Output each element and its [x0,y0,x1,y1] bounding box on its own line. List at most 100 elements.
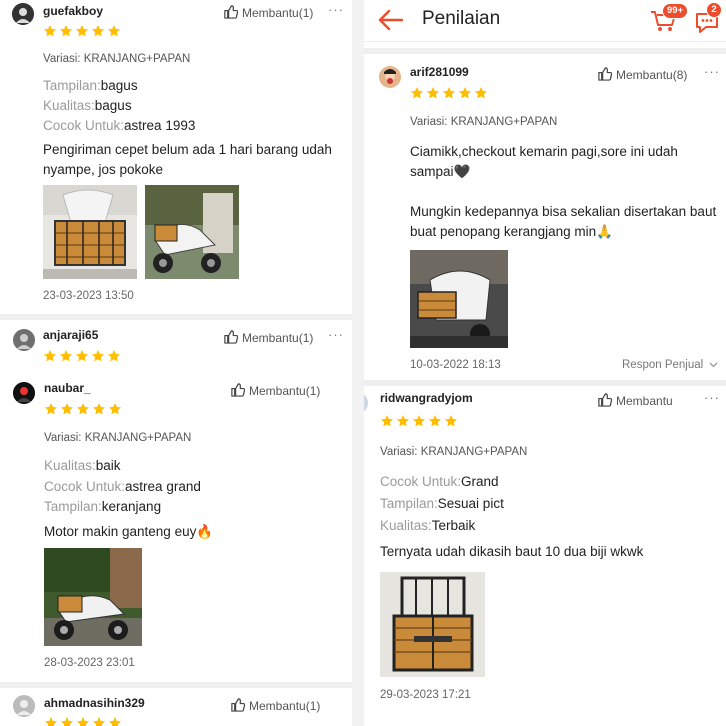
more-options-icon[interactable]: ··· [704,64,720,79]
back-arrow-icon[interactable] [378,9,404,31]
review-card: ridwangradyjom Membantu ··· Variasi: KRA… [364,386,726,726]
star-icon [77,717,89,726]
helpful-label: Membantu [616,394,673,408]
star-icon [61,717,73,726]
right-review-column: arif281099 Membantu(8) ··· Variasi: KRAN… [364,0,726,726]
review-attribute: Cocok Untuk:astrea 1993 [43,118,196,133]
review-text: Motor makin ganteng euy🔥 [44,524,214,539]
variant-label: Variasi: KRANJANG+PAPAN [44,432,192,444]
thumbs-up-icon [597,66,613,84]
review-date: 28-03-2023 23:01 [44,657,135,669]
app-header: Penilaian 99+ 2 [364,0,726,42]
avatar[interactable] [13,382,35,404]
page-title: Penilaian [422,8,501,29]
reviewer-username[interactable]: ridwangradyjom [380,391,473,405]
review-card: naubar_ Membantu(1) Variasi: KRANJANG+PA… [0,372,352,680]
seller-reply-label: Respon Penjual [622,359,704,372]
review-card: anjaraji65 Membantu(1) ··· [0,320,352,370]
reviewer-username[interactable]: ahmadnasihin329 [44,696,145,710]
rating-stars [43,24,121,38]
helpful-label: Membantu(1) [242,6,314,20]
helpful-button[interactable]: Membantu(1) [223,329,313,347]
rating-stars [44,716,122,726]
review-photo[interactable] [410,250,508,348]
star-icon [475,87,487,99]
more-options-icon[interactable]: ··· [704,390,720,405]
star-icon [92,350,104,362]
star-icon [397,415,409,427]
rating-stars [380,414,458,428]
review-attribute: Tampilan:Sesuai pict [380,496,504,511]
review-text: Mungkin kedepannya bisa sekalian diserta… [410,204,717,239]
left-review-column: guefakboy Membantu(1) ··· Variasi: KRANJ… [0,0,352,726]
star-icon [413,415,425,427]
star-icon [429,415,441,427]
star-icon [44,350,56,362]
helpful-label: Membantu(1) [249,384,321,398]
star-icon [61,403,73,415]
more-options-icon[interactable]: ··· [328,327,344,342]
star-icon [92,25,104,37]
star-icon [76,25,88,37]
reviewer-username[interactable]: anjaraji65 [43,328,98,342]
review-card: arif281099 Membantu(8) ··· Variasi: KRAN… [364,54,726,380]
basket-photo-image [43,185,137,279]
variant-label: Variasi: KRANJANG+PAPAN [380,446,528,458]
avatar[interactable] [13,695,35,717]
review-date: 29-03-2023 17:21 [380,689,471,701]
more-options-icon[interactable]: ··· [328,2,344,17]
star-icon [411,87,423,99]
review-photo[interactable] [145,185,239,279]
helpful-button[interactable]: Membantu(1) [230,697,320,715]
review-attribute: Kualitas:bagus [43,98,132,113]
motorcycle-photo-image [145,185,239,279]
star-icon [93,403,105,415]
review-attribute: Kualitas:Terbaik [380,518,476,533]
star-icon [459,87,471,99]
star-icon [443,87,455,99]
star-icon [109,403,121,415]
helpful-button[interactable]: Membantu(1) [223,4,313,22]
shopping-cart-icon [650,11,676,37]
reviewer-username[interactable]: arif281099 [410,65,469,79]
rating-stars [410,86,488,100]
star-icon [44,25,56,37]
helpful-label: Membantu(1) [249,699,321,713]
star-icon [45,717,57,726]
review-card: guefakboy Membantu(1) ··· Variasi: KRANJ… [0,0,352,312]
helpful-button[interactable]: Membantu [597,392,673,410]
chat-bubble-icon [694,13,720,38]
cart-count-badge: 99+ [662,3,689,19]
helpful-button[interactable]: Membantu(1) [230,382,320,400]
star-icon [109,717,121,726]
divider [364,48,726,54]
star-icon [445,415,457,427]
thumbs-up-icon [223,4,239,22]
helpful-label: Membantu(8) [616,68,688,82]
review-photo[interactable] [44,548,142,646]
avatar[interactable] [379,66,401,88]
review-text: Ternyata udah dikasih baut 10 dua biji w… [380,544,644,559]
helpful-label: Membantu(1) [242,331,314,345]
avatar[interactable] [12,3,34,25]
star-icon [60,25,72,37]
review-photo[interactable] [380,572,485,677]
review-text: Pengiriman cepet belum ada 1 hari barang… [43,142,332,177]
star-icon [108,350,120,362]
seller-reply-toggle[interactable]: Respon Penjual [622,359,718,371]
review-date: 23-03-2023 13:50 [43,290,134,302]
star-icon [427,87,439,99]
reviewer-username[interactable]: naubar_ [44,381,91,395]
star-icon [45,403,57,415]
variant-label: Variasi: KRANJANG+PAPAN [410,116,558,128]
avatar[interactable] [13,329,35,351]
chevron-down-icon [709,359,718,371]
star-icon [77,403,89,415]
review-photo[interactable] [43,185,137,279]
reviewer-username[interactable]: guefakboy [43,4,103,18]
review-attribute: Cocok Untuk:astrea grand [44,479,201,494]
rating-stars [44,402,122,416]
thumbs-up-icon [230,382,246,400]
helpful-button[interactable]: Membantu(8) [597,66,687,84]
star-icon [93,717,105,726]
